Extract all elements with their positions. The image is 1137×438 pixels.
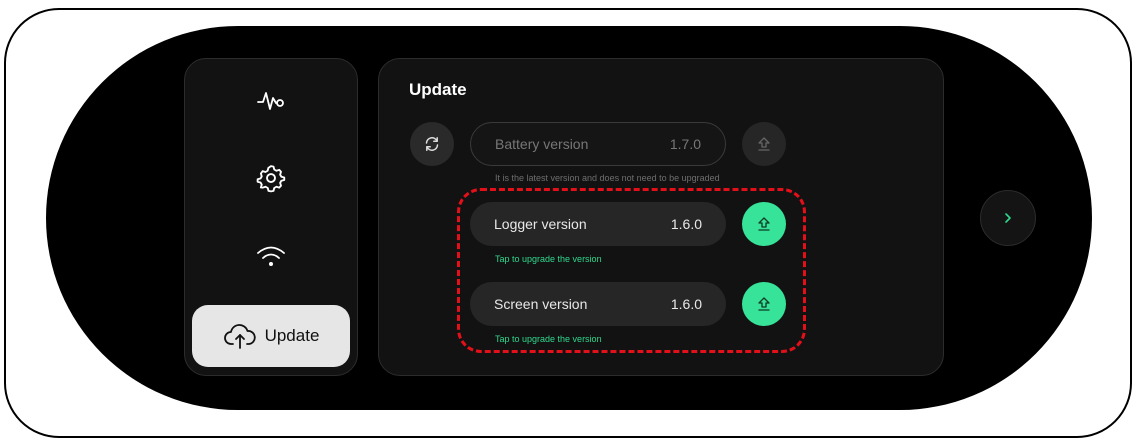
sidebar-item-settings[interactable] (192, 148, 350, 208)
highlight-annotation (457, 188, 806, 353)
gear-icon (256, 165, 286, 193)
pulse-icon (257, 92, 284, 110)
upload-arrow-icon (758, 137, 770, 151)
battery-version-hint: It is the latest version and does not ne… (495, 173, 720, 183)
sidebar-item-label: Update (264, 326, 320, 345)
wifi-icon (257, 246, 285, 266)
next-button[interactable] (980, 190, 1036, 246)
refresh-button[interactable] (410, 122, 454, 166)
sidebar-item-monitor[interactable] (192, 70, 350, 130)
battery-version-label: Battery version (495, 136, 589, 152)
sidebar-item-update[interactable]: Update (192, 305, 350, 367)
page-title: Update (409, 80, 467, 99)
battery-version-value: 1.7.0 (669, 136, 701, 152)
battery-version-field: Battery version 1.7.0 (470, 122, 726, 166)
sidebar-item-wifi[interactable] (192, 226, 350, 286)
chevron-right-icon (1005, 213, 1011, 223)
battery-upgrade-button[interactable] (742, 122, 786, 166)
cloud-upload-icon (223, 324, 256, 349)
refresh-icon (425, 137, 439, 151)
